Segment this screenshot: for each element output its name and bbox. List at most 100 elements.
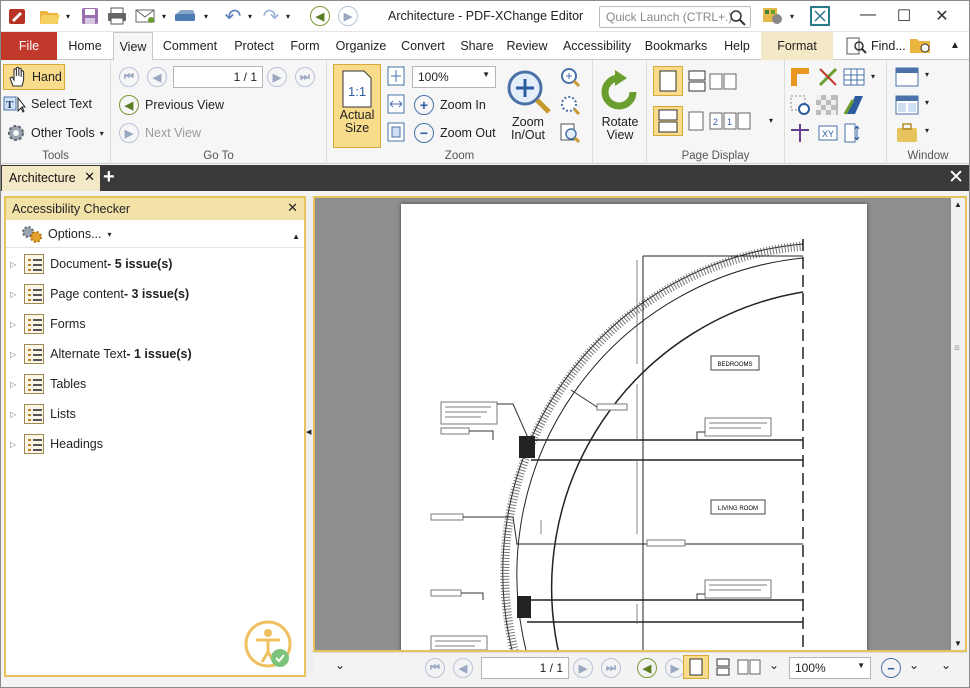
redo-dropdown-icon[interactable]: ▾: [283, 5, 293, 27]
tab-review[interactable]: Review: [503, 32, 551, 60]
status-page-input[interactable]: 1 / 1: [481, 657, 569, 679]
status-back-icon[interactable]: ◀: [637, 658, 657, 678]
quick-launch-input[interactable]: Quick Launch (CTRL+.): [599, 6, 751, 28]
status-first-page-icon[interactable]: ⏮: [425, 658, 445, 678]
guides-button[interactable]: [789, 122, 811, 144]
tab-protect[interactable]: Protect: [227, 32, 281, 60]
options-chevron-icon[interactable]: ⌄: [335, 658, 345, 672]
line-weights-button[interactable]: [843, 94, 865, 116]
expand-icon[interactable]: ▷: [10, 350, 16, 359]
tile-window-button[interactable]: [895, 94, 919, 116]
status-next-page-icon[interactable]: ▶: [573, 658, 593, 678]
undo-dropdown-icon[interactable]: ▾: [245, 5, 255, 27]
tile-dropdown-icon[interactable]: ▾: [925, 98, 929, 107]
email-icon[interactable]: [133, 5, 157, 27]
expand-icon[interactable]: ▷: [10, 260, 16, 269]
redo-icon[interactable]: ↷: [259, 5, 283, 28]
customize-icon[interactable]: [759, 5, 787, 27]
scan-dropdown-icon[interactable]: ▾: [201, 5, 211, 27]
facing-button[interactable]: [709, 70, 739, 92]
last-page-button[interactable]: ⏭: [295, 67, 315, 87]
tree-item-document[interactable]: ▷ Document - 5 issue(s): [10, 252, 172, 276]
customize-dropdown-icon[interactable]: ▾: [787, 5, 797, 27]
grid-button[interactable]: [843, 66, 865, 88]
loupe-button[interactable]: [559, 66, 581, 88]
workspace-button[interactable]: [895, 122, 919, 144]
tab-convert[interactable]: Convert: [395, 32, 451, 60]
open-dropdown-icon[interactable]: ▾: [63, 5, 73, 27]
tree-item-headings[interactable]: ▷ Headings: [10, 432, 103, 456]
snap-button[interactable]: [817, 66, 839, 88]
zoom-level-input[interactable]: 100% ▼: [412, 66, 496, 88]
splitter-arrow-icon[interactable]: ◀: [306, 428, 311, 436]
rulers-button[interactable]: [789, 66, 811, 88]
tree-item-tables[interactable]: ▷ Tables: [10, 372, 86, 396]
zoom-inout-button[interactable]: Zoom In/Out: [505, 68, 551, 142]
continuous-button[interactable]: [687, 70, 707, 92]
tree-item-lists[interactable]: ▷ Lists: [10, 402, 76, 426]
new-window-button[interactable]: [895, 66, 919, 88]
hand-tool-button[interactable]: Hand: [3, 64, 65, 90]
tab-accessibility[interactable]: Accessibility: [557, 32, 637, 60]
scroll-up-icon[interactable]: ▲: [954, 200, 962, 209]
expand-icon[interactable]: ▷: [10, 320, 16, 329]
save-icon[interactable]: [79, 5, 101, 27]
workspace-dropdown-icon[interactable]: ▾: [925, 126, 929, 135]
expand-icon[interactable]: ▷: [10, 380, 16, 389]
find-button[interactable]: Find...: [845, 36, 906, 56]
email-dropdown-icon[interactable]: ▾: [159, 5, 169, 27]
forward-nav-icon[interactable]: ▶: [335, 5, 361, 27]
measure-button[interactable]: [789, 94, 811, 116]
status-prev-page-icon[interactable]: ◀: [453, 658, 473, 678]
first-page-button[interactable]: ⏮: [119, 67, 139, 87]
fit-width-button[interactable]: [387, 94, 405, 114]
vertical-scrollbar[interactable]: ▲ ▼ ≡: [951, 198, 965, 650]
actual-size-button[interactable]: 1:1 Actual Size: [333, 64, 381, 148]
tab-share[interactable]: Share: [455, 32, 499, 60]
tab-form[interactable]: Form: [285, 32, 325, 60]
status-continuous-icon[interactable]: [715, 658, 731, 679]
minimize-button[interactable]: —: [853, 6, 883, 26]
document-tab[interactable]: Architecture ✕: [2, 166, 100, 191]
undo-icon[interactable]: ↶: [221, 5, 245, 28]
scan-icon[interactable]: [171, 5, 199, 27]
expand-icon[interactable]: ▷: [10, 410, 16, 419]
status-zoom-input[interactable]: 100% ▼: [789, 657, 871, 679]
fullscreen-icon[interactable]: [807, 5, 833, 27]
prev-page-button[interactable]: ◀: [147, 67, 167, 87]
print-icon[interactable]: [105, 5, 129, 27]
marquee-zoom-button[interactable]: [559, 94, 581, 116]
close-window-button[interactable]: ✕: [927, 6, 957, 26]
rotate-view-button[interactable]: Rotate View: [597, 68, 643, 142]
numbered-pages-button[interactable]: 21: [709, 110, 753, 132]
scroll-thumb[interactable]: ≡: [954, 343, 960, 354]
tab-comment[interactable]: Comment: [157, 32, 223, 60]
page-display-dropdown-icon[interactable]: ▾: [769, 116, 773, 125]
new-window-dropdown-icon[interactable]: ▾: [925, 70, 929, 79]
tab-format[interactable]: Format: [761, 32, 833, 60]
status-zoom-out-icon[interactable]: −: [881, 658, 901, 678]
tab-file[interactable]: File: [1, 32, 57, 60]
tree-item-alternate-text[interactable]: ▷ Alternate Text - 1 issue(s): [10, 342, 192, 366]
tab-bookmarks[interactable]: Bookmarks: [641, 32, 711, 60]
document-view[interactable]: BEDROOMS LIVING ROOM ▲ ▼ ≡: [313, 196, 967, 652]
collapse-options-icon[interactable]: ▲: [292, 232, 300, 241]
close-panel-icon[interactable]: ✕: [287, 200, 298, 216]
align-guides-button[interactable]: [843, 122, 865, 144]
single-page-button[interactable]: [653, 66, 683, 96]
tab-help[interactable]: Help: [717, 32, 757, 60]
tab-view[interactable]: View: [113, 32, 153, 61]
cover-page-button[interactable]: [687, 110, 707, 132]
status-last-page-icon[interactable]: ⏭: [601, 658, 621, 678]
select-text-button[interactable]: T Select Text: [3, 94, 92, 114]
close-all-tabs-icon[interactable]: ✕: [948, 166, 964, 189]
zoom-in-button[interactable]: + Zoom In: [414, 95, 486, 115]
pan-zoom-button[interactable]: [559, 122, 581, 144]
status-zoom-chevron-icon[interactable]: ⌄: [909, 658, 919, 672]
app-logo-icon[interactable]: [5, 5, 29, 27]
page-number-input[interactable]: 1 / 1: [173, 66, 263, 88]
scroll-down-icon[interactable]: ▼: [954, 639, 962, 648]
transparency-grid-button[interactable]: [815, 94, 839, 116]
find-folder-icon[interactable]: [907, 34, 935, 56]
status-forward-icon[interactable]: ▶: [665, 658, 685, 678]
